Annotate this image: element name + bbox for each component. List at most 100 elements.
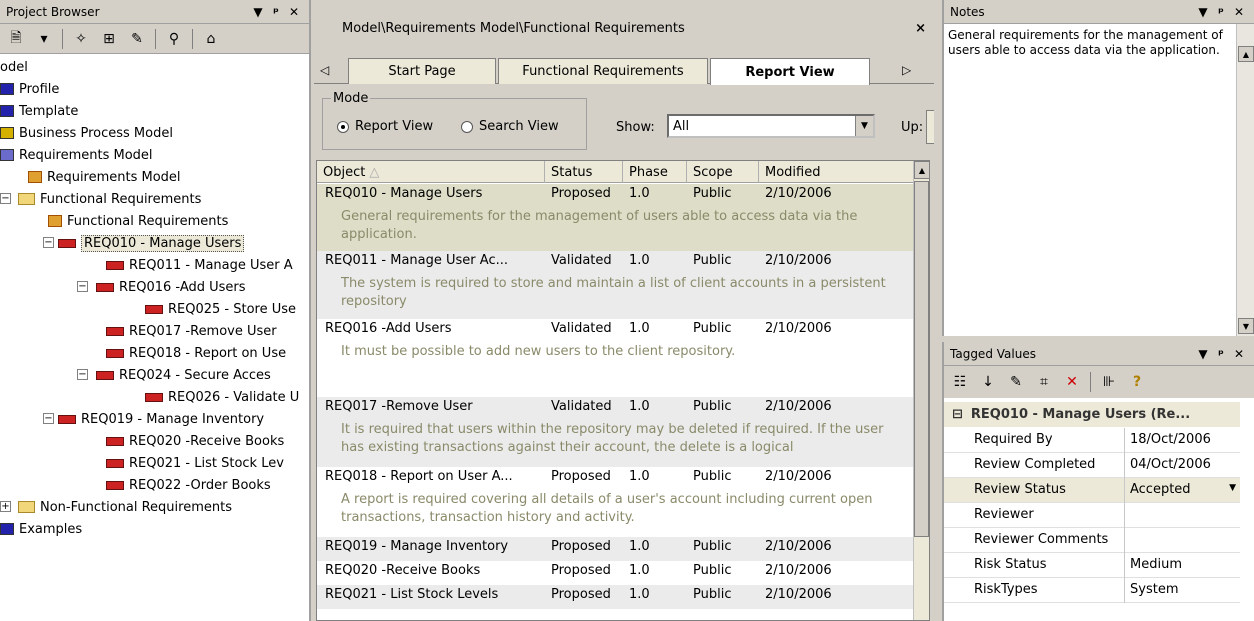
tree-item-profile[interactable]: Profile	[0, 78, 59, 100]
grid-scrollbar[interactable]: ▲	[913, 161, 929, 620]
table-row[interactable]: REQ019 - Manage Inventory Proposed 1.0 Publ…	[317, 537, 915, 561]
properties-icon[interactable]: ⌂	[199, 28, 223, 50]
report-view-radio[interactable]: Report View	[337, 119, 433, 134]
notes-scrollbar[interactable]: ▲ ▼	[1236, 24, 1254, 336]
find-icon[interactable]: ⚲	[162, 28, 186, 50]
column-header-status[interactable]: Status	[545, 161, 623, 183]
tree-item-business-process[interactable]: Business Process Model	[0, 122, 173, 144]
notes-text[interactable]: General requirements for the management …	[944, 24, 1236, 336]
tree-item-req017[interactable]: REQ017 -Remove User	[106, 320, 277, 342]
tag-row-risk-types[interactable]: RiskTypes System	[944, 578, 1240, 603]
table-row[interactable]: REQ020 -Receive Books Proposed 1.0 Public 2/…	[317, 561, 915, 585]
pin-icon[interactable]: ᵖ	[1212, 347, 1230, 361]
tab-report-view[interactable]: Report View	[710, 58, 870, 85]
tree-item-functional-diagram[interactable]: Functional Requirements	[48, 210, 228, 232]
collapse-icon[interactable]: −	[77, 281, 88, 292]
column-header-phase[interactable]: Phase	[623, 161, 687, 183]
tree-item-req016[interactable]: REQ016 -Add Users	[96, 276, 246, 298]
collapse-icon[interactable]: −	[77, 369, 88, 380]
tree-item-model[interactable]: odel	[0, 56, 28, 78]
table-row[interactable]: REQ016 -Add Users Validated 1.0 Public 2/10/…	[317, 319, 915, 397]
tag-row-review-completed[interactable]: Review Completed 04/Oct/2006	[944, 453, 1240, 478]
search-view-radio[interactable]: Search View	[461, 119, 559, 134]
tag-row-review-status[interactable]: Review Status Accepted ▼	[944, 478, 1240, 503]
tree-item-req020[interactable]: REQ020 -Receive Books	[106, 430, 284, 452]
tree-item-template[interactable]: Template	[0, 100, 78, 122]
model-icon	[0, 127, 14, 139]
table-row[interactable]: REQ018 - Report on User A... Proposed 1.0 P…	[317, 467, 915, 537]
tab-scroll-right-icon[interactable]: ▷	[902, 63, 911, 77]
dropdown-icon[interactable]: ▼	[1194, 5, 1212, 19]
column-header-modified[interactable]: Modified	[759, 161, 915, 183]
tag-row-reviewer-comments[interactable]: Reviewer Comments	[944, 528, 1240, 553]
tab-scroll-left-icon[interactable]: ◁	[320, 63, 329, 77]
tree-item-req021[interactable]: REQ021 - List Stock Lev	[106, 452, 284, 474]
diagram-icon[interactable]: ⊞	[97, 28, 121, 50]
collapse-icon[interactable]: −	[43, 237, 54, 248]
requirement-icon	[106, 458, 124, 468]
close-icon[interactable]: ×	[915, 21, 926, 36]
table-row[interactable]: REQ010 - Manage Users Proposed 1.0 Public 2/…	[317, 184, 915, 251]
tag-row-risk-status[interactable]: Risk Status Medium	[944, 553, 1240, 578]
model-icon	[0, 149, 14, 161]
table-row[interactable]: REQ011 - Manage User Ac... Validated 1.0 Pu…	[317, 251, 915, 319]
delete-icon[interactable]: ✕	[1060, 371, 1084, 393]
table-row[interactable]: REQ021 - List Stock Levels Proposed 1.0 Pub…	[317, 585, 915, 609]
tree-item-requirements-model[interactable]: Requirements Model	[0, 144, 153, 166]
add-icon[interactable]: ✎	[125, 28, 149, 50]
requirement-icon	[145, 392, 163, 402]
tree-item-req010[interactable]: REQ010 - Manage Users	[58, 232, 245, 254]
tree-item-requirements-diagram[interactable]: Requirements Model	[28, 166, 181, 188]
column-header-object[interactable]: Object △	[317, 161, 545, 183]
tab-start-page[interactable]: Start Page	[348, 58, 496, 84]
package-icon	[0, 83, 14, 95]
tree-item-req011[interactable]: REQ011 - Manage User A	[106, 254, 293, 276]
row-note: The system is required to store and main…	[341, 276, 886, 309]
tree-item-req018[interactable]: REQ018 - Report on Use	[106, 342, 286, 364]
collapse-icon[interactable]: −	[0, 193, 11, 204]
close-icon[interactable]: ✕	[1230, 347, 1248, 361]
tag-row-required-by[interactable]: Required By 18/Oct/2006	[944, 428, 1240, 453]
requirement-icon	[96, 370, 114, 380]
close-icon[interactable]: ✕	[285, 5, 303, 19]
collapse-icon: ⊟	[952, 407, 963, 422]
tree-item-req025[interactable]: REQ025 - Store Use	[145, 298, 296, 320]
expand-icon[interactable]: +	[0, 501, 11, 512]
new-element-icon[interactable]: 🗎	[4, 28, 28, 50]
column-header-scope[interactable]: Scope	[687, 161, 759, 183]
chevron-down-icon: ▼	[855, 116, 873, 136]
tree-item-req022[interactable]: REQ022 -Order Books	[106, 474, 271, 496]
show-select[interactable]: All ▼	[667, 114, 875, 138]
tagged-group-header[interactable]: ⊟ REQ010 - Manage Users (Re...	[944, 402, 1240, 427]
tree-item-functional-requirements[interactable]: Functional Requirements	[18, 188, 201, 210]
pin-icon[interactable]: ᵖ	[1212, 5, 1230, 19]
tree-item-req019[interactable]: REQ019 - Manage Inventory	[58, 408, 264, 430]
new-package-icon[interactable]: ✧	[69, 28, 93, 50]
new-tag-icon[interactable]: ✎	[1004, 371, 1028, 393]
edit-tag-icon[interactable]: ⌗	[1032, 371, 1056, 393]
chevron-down-icon: ▼	[1229, 483, 1236, 493]
tag-icon[interactable]: ⊪	[1097, 371, 1121, 393]
tree-item-req026[interactable]: REQ026 - Validate U	[145, 386, 299, 408]
close-icon[interactable]: ✕	[1230, 5, 1248, 19]
tree-item-non-functional[interactable]: Non-Functional Requirements	[18, 496, 232, 518]
help-icon[interactable]: ?	[1125, 371, 1149, 393]
table-row[interactable]: REQ017 -Remove User Validated 1.0 Public 2/1…	[317, 397, 915, 467]
tag-row-reviewer[interactable]: Reviewer	[944, 503, 1240, 528]
up-button[interactable]	[926, 110, 934, 144]
tree-item-examples[interactable]: Examples	[0, 518, 82, 540]
categorized-icon[interactable]: ☷	[948, 371, 972, 393]
pin-icon[interactable]: ᵖ	[267, 5, 285, 19]
project-browser-titlebar: Project Browser ▼ ᵖ ✕	[0, 0, 309, 24]
tree-item-req024[interactable]: REQ024 - Secure Acces	[96, 364, 271, 386]
dropdown-icon[interactable]: ▼	[1194, 347, 1212, 361]
report-grid: Object △ Status Phase Scope Modified REQ0…	[316, 160, 930, 621]
sort-az-icon[interactable]: ↓	[976, 371, 1000, 393]
tagged-values-title: Tagged Values	[950, 346, 1036, 361]
collapse-icon[interactable]: −	[43, 413, 54, 424]
tab-functional-requirements[interactable]: Functional Requirements	[498, 58, 708, 84]
new-diagram-icon[interactable]: ▾	[32, 28, 56, 50]
tab-strip: ◁ Start Page Functional Requirements Rep…	[314, 58, 934, 85]
dropdown-icon[interactable]: ▼	[249, 5, 267, 19]
scroll-thumb[interactable]	[914, 181, 929, 537]
